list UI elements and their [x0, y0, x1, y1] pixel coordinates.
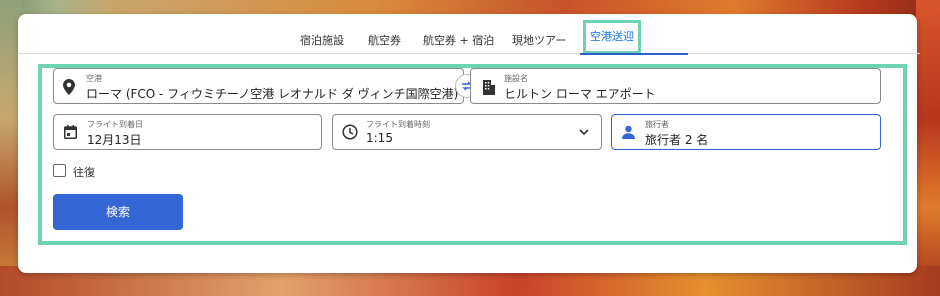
tab-bar: 宿泊施設 航空券 航空券 + 宿泊 現地ツアー 空港送迎 [18, 14, 920, 55]
tab-airport-transfer[interactable]: 空港送迎 [583, 20, 641, 54]
chevron-down-icon[interactable] [579, 129, 589, 136]
travelers-field[interactable]: 旅行者 旅行者 2 名 [611, 114, 881, 150]
tab-flights[interactable]: 航空券 [368, 32, 401, 48]
round-trip-label[interactable]: 往復 [73, 164, 95, 180]
arrival-date-field[interactable]: フライト到着日 12月13日 [53, 114, 322, 150]
person-icon [622, 125, 635, 139]
hotel-field[interactable]: 施設名 ヒルトン ローマ エアポート [470, 68, 881, 104]
arrival-time-field[interactable]: フライト到着時刻 1:15 [332, 114, 602, 150]
tab-tours[interactable]: 現地ツアー [512, 32, 566, 48]
arrival-date-label: フライト到着日 [87, 120, 143, 129]
hotel-label: 施設名 [504, 74, 528, 83]
tab-hotels[interactable]: 宿泊施設 [300, 32, 344, 48]
airport-label: 空港 [86, 74, 102, 83]
arrival-time-value: 1:15 [366, 131, 393, 145]
travelers-label: 旅行者 [645, 120, 669, 129]
arrival-date-value: 12月13日 [87, 133, 142, 147]
airport-value: ローマ (FCO - フィウミチーノ空港 レオナルド ダ ヴィンチ国際空港) [86, 87, 459, 101]
calendar-icon [64, 125, 77, 139]
map-pin-icon [63, 79, 75, 95]
travelers-value: 旅行者 2 名 [645, 133, 709, 147]
clock-icon [342, 124, 358, 140]
arrival-time-label: フライト到着時刻 [366, 120, 430, 129]
tab-active-underline [580, 53, 688, 55]
search-button[interactable]: 検索 [53, 194, 183, 230]
hotel-value: ヒルトン ローマ エアポート [504, 87, 656, 101]
airport-field[interactable]: 空港 ローマ (FCO - フィウミチーノ空港 レオナルド ダ ヴィンチ国際空港… [53, 68, 464, 104]
building-icon [483, 80, 495, 95]
round-trip-checkbox[interactable] [53, 164, 66, 177]
tab-flight-hotel[interactable]: 航空券 + 宿泊 [423, 32, 494, 48]
